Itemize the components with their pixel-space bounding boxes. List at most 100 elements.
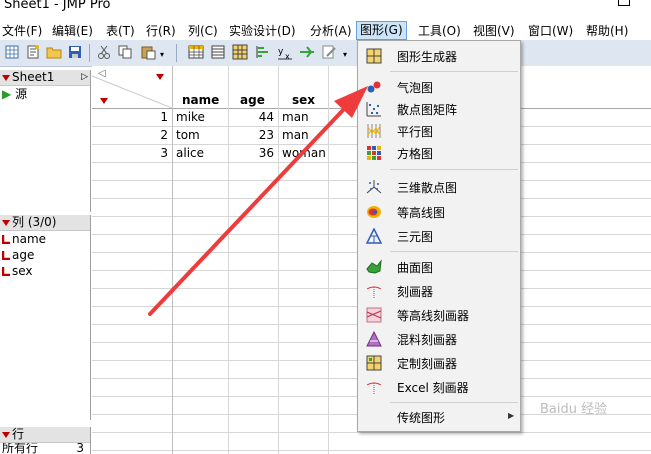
cut-icon[interactable] <box>96 44 112 60</box>
toolbar-separator <box>89 44 90 62</box>
menu-help[interactable]: 帮助(H) <box>586 22 628 39</box>
distribution-icon[interactable] <box>255 44 271 60</box>
red-triangle-icon[interactable] <box>2 74 10 81</box>
menu-item-contour-plot[interactable]: 等高线图 <box>358 201 520 223</box>
rows-icon[interactable] <box>210 44 226 60</box>
open-folder-icon[interactable] <box>46 44 62 60</box>
menu-item-ternary-plot[interactable]: 三元图 <box>358 225 520 247</box>
surface-plot-icon <box>366 259 382 274</box>
menu-graph[interactable]: 图形(G) <box>356 21 407 40</box>
new-table-icon[interactable] <box>4 44 20 60</box>
menu-item-contour-profiler[interactable]: 等高线刻画器 <box>358 304 520 326</box>
column-label: age <box>12 248 35 262</box>
cell-name[interactable]: mike <box>176 108 205 126</box>
column-header-age[interactable]: age <box>240 91 265 109</box>
column-header-sex[interactable]: sex <box>292 91 315 109</box>
menu-item-surface-plot[interactable]: 曲面图 <box>358 256 520 278</box>
nominal-column-icon <box>2 251 10 260</box>
menu-analyze[interactable]: 分析(A) <box>310 22 352 39</box>
menu-item-cell-plot[interactable]: 方格图 <box>358 142 520 164</box>
nominal-column-icon <box>2 267 10 276</box>
fit-y-by-x-icon[interactable]: yx <box>277 44 293 60</box>
parallel-plot-icon <box>367 124 381 138</box>
menu-item-mixture-profiler[interactable]: 混料刻画器 <box>358 328 520 350</box>
window-title: Sheet1 - JMP Pro <box>4 0 111 12</box>
cell-age[interactable]: 36 <box>232 144 274 162</box>
table-panel-header[interactable]: Sheet1 ▷ <box>0 70 90 86</box>
menu-cols[interactable]: 列(C) <box>188 22 218 39</box>
column-header-name[interactable]: name <box>182 91 219 109</box>
menu-item-scatterplot-matrix[interactable]: 散点图矩阵 <box>358 98 520 120</box>
mixture-profiler-icon <box>366 331 382 347</box>
contour-plot-icon <box>367 206 381 218</box>
rows-panel-header[interactable]: 行 <box>0 427 90 443</box>
cell-name[interactable]: tom <box>176 126 200 144</box>
menu-view[interactable]: 视图(V) <box>473 22 515 39</box>
chevron-down-icon[interactable]: ▾ <box>343 50 347 59</box>
menu-rows[interactable]: 行(R) <box>146 22 176 39</box>
chevron-down-icon[interactable]: ▾ <box>160 50 164 59</box>
save-icon[interactable] <box>67 44 83 60</box>
contour-profiler-icon <box>366 307 382 323</box>
submenu-arrow-icon: ▶ <box>508 411 515 420</box>
menu-table[interactable]: 表(T) <box>106 22 135 39</box>
menu-edit[interactable]: 编辑(E) <box>52 22 93 39</box>
row-number[interactable]: 2 <box>152 126 168 144</box>
row-number[interactable]: 1 <box>152 108 168 126</box>
columns-panel-header[interactable]: 列 (3/0) <box>0 215 90 231</box>
data-table-icon[interactable] <box>188 44 204 60</box>
scatterplot-3d-icon <box>366 180 382 194</box>
new-script-icon[interactable] <box>25 44 41 60</box>
menu-window[interactable]: 窗口(W) <box>528 22 573 39</box>
menu-item-scatterplot-3d[interactable]: 三维散点图 <box>358 176 520 198</box>
paste-icon[interactable] <box>140 44 156 60</box>
svg-text:y: y <box>278 47 284 57</box>
grid-icon[interactable] <box>232 44 248 60</box>
menu-item-graph-builder[interactable]: 图形生成器 <box>358 45 520 67</box>
column-label: name <box>12 232 47 246</box>
bubble-plot-icon <box>367 81 381 93</box>
red-triangle-icon[interactable] <box>2 431 10 438</box>
source-item[interactable]: ▶ 源 <box>0 86 90 102</box>
menu-tools[interactable]: 工具(O) <box>418 22 461 39</box>
menu-doe[interactable]: 实验设计(D) <box>229 22 296 39</box>
menu-item-profiler[interactable]: 刻画器 <box>358 280 520 302</box>
column-label: sex <box>12 264 33 278</box>
rows-all-count: 3 <box>76 443 84 454</box>
rows-all-label: 所有行 <box>2 443 39 454</box>
menu-item-bubble-plot[interactable]: 气泡图 <box>358 76 520 98</box>
row-number[interactable]: 3 <box>152 144 168 162</box>
red-triangle-icon[interactable] <box>2 219 10 226</box>
watermark: Baidu 经验 <box>540 402 608 417</box>
play-icon: ▶ <box>2 87 12 101</box>
maximize-button[interactable] <box>618 0 630 6</box>
menu-item-parallel-plot[interactable]: 平行图 <box>358 120 520 142</box>
script-pen-icon[interactable] <box>321 44 337 60</box>
column-item-age[interactable]: age <box>0 247 90 263</box>
menu-file[interactable]: 文件(F) <box>2 22 42 39</box>
nominal-column-icon <box>2 235 10 244</box>
cell-name[interactable]: alice <box>176 144 204 162</box>
menu-item-legacy-graphs[interactable]: 传统图形 ▶ <box>358 406 520 428</box>
copy-icon[interactable] <box>117 44 133 60</box>
toolbar: ▾ yx ▾ <box>0 40 651 67</box>
column-item-sex[interactable]: sex <box>0 263 90 279</box>
ternary-plot-icon <box>366 228 382 244</box>
grid-corner[interactable]: ◁ <box>92 66 173 108</box>
column-item-name[interactable]: name <box>0 231 90 247</box>
menu-item-custom-profiler[interactable]: 定制刻画器 <box>358 352 520 374</box>
title-bar: Sheet1 - JMP Pro <box>0 0 651 22</box>
cell-sex[interactable]: man <box>282 108 309 126</box>
columns-header: 列 (3/0) <box>12 215 57 229</box>
chevron-right-icon[interactable]: ▷ <box>81 70 88 85</box>
cell-sex[interactable]: woman <box>282 144 326 162</box>
menu-item-excel-profiler[interactable]: Excel 刻画器 <box>358 376 520 398</box>
scatterplot-matrix-icon <box>366 102 381 117</box>
cell-age[interactable]: 23 <box>232 126 274 144</box>
cell-age[interactable]: 44 <box>232 108 274 126</box>
fit-model-icon[interactable] <box>299 44 315 60</box>
rows-header: 行 <box>12 427 25 441</box>
table-name: Sheet1 <box>12 70 55 84</box>
menu-bar: 文件(F) 编辑(E) 表(T) 行(R) 列(C) 实验设计(D) 分析(A)… <box>0 21 651 40</box>
cell-sex[interactable]: man <box>282 126 309 144</box>
